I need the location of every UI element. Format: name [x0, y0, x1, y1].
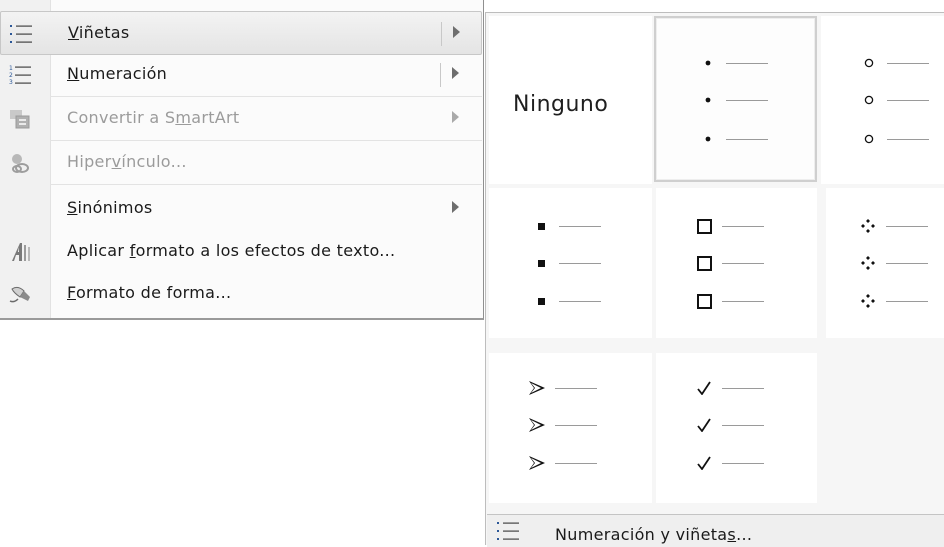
bullet-row — [700, 52, 768, 74]
filled-square-bullet-icon — [533, 297, 549, 305]
menu-item-numeracion[interactable]: 1 2 3 Numeración — [0, 53, 482, 97]
menu-item-hipervinculo[interactable]: Hipervínculo... — [0, 141, 482, 185]
filled-round-bullet-icon — [700, 97, 716, 103]
svg-text:1: 1 — [9, 65, 13, 72]
menu-item-sinonimos[interactable]: Sinónimos — [0, 187, 482, 231]
format-shape-icon — [6, 280, 34, 308]
hollow-square-bullet-icon — [696, 255, 712, 271]
menu-item-convertir-smartart[interactable]: Convertir a SmartArt — [0, 97, 482, 141]
bullet-library-gallery: Ninguno Numeración y viñetas... — [485, 12, 944, 547]
bullet-row — [529, 377, 597, 399]
checkmark-bullet-icon — [696, 381, 712, 395]
bullet-style-none[interactable]: Ninguno — [489, 16, 652, 184]
bullet-style-hollow-square[interactable] — [656, 188, 817, 338]
bullet-row — [533, 215, 601, 237]
bullet-style-hollow-round[interactable] — [821, 16, 944, 184]
bullets-icon — [497, 521, 519, 545]
bullet-row — [861, 128, 929, 150]
bullet-row — [533, 290, 601, 312]
hollow-round-bullet-icon — [861, 58, 877, 68]
filled-square-bullet-icon — [533, 222, 549, 230]
bullet-row — [696, 290, 764, 312]
bullets-icon — [7, 20, 35, 48]
menu-item-vinetas[interactable]: Viñetas — [0, 11, 482, 55]
smartart-icon — [6, 105, 34, 133]
context-menu: Viñetas 1 2 3 Numeración Convertir a Sma… — [0, 0, 484, 320]
arrowhead-bullet-icon — [529, 381, 545, 395]
bullet-row — [860, 252, 928, 274]
bullet-row — [696, 377, 764, 399]
menu-item-formato-forma[interactable]: Formato de forma... — [0, 272, 482, 316]
svg-text:2: 2 — [9, 72, 13, 79]
four-diamond-bullet-icon — [860, 219, 876, 233]
hollow-square-bullet-icon — [696, 293, 712, 309]
hyperlink-icon — [6, 149, 34, 177]
bullet-row — [529, 452, 597, 474]
numbering-icon: 1 2 3 — [6, 61, 34, 89]
bullet-row — [696, 414, 764, 436]
hollow-square-bullet-icon — [696, 218, 712, 234]
arrowhead-bullet-icon — [529, 456, 545, 470]
bullet-style-arrowhead[interactable] — [489, 353, 652, 503]
menu-item-aplicar-formato-efectos[interactable]: Aplicar formato a los efectos de texto..… — [0, 230, 482, 274]
bullet-row — [861, 89, 929, 111]
text-effects-icon — [6, 238, 34, 266]
svg-text:3: 3 — [9, 79, 13, 85]
arrowhead-bullet-icon — [529, 418, 545, 432]
hollow-round-bullet-icon — [861, 95, 877, 105]
bullet-style-four-diamond[interactable] — [826, 188, 944, 338]
submenu-arrow-icon[interactable] — [452, 201, 459, 213]
bullet-row — [700, 128, 768, 150]
menu-item-label: Aplicar formato a los efectos de texto..… — [67, 241, 396, 260]
menu-divider — [50, 184, 482, 185]
bullet-row — [700, 89, 768, 111]
bullet-row — [696, 252, 764, 274]
bullet-row — [860, 215, 928, 237]
bullet-row — [861, 52, 929, 74]
footer-label: Numeración y viñetas... — [555, 525, 753, 544]
filled-round-bullet-icon — [700, 60, 716, 66]
submenu-arrow-icon — [452, 111, 459, 123]
filled-round-bullet-icon — [700, 136, 716, 142]
checkmark-bullet-icon — [696, 418, 712, 432]
bullet-row — [696, 452, 764, 474]
four-diamond-bullet-icon — [860, 294, 876, 308]
filled-square-bullet-icon — [533, 259, 549, 267]
hollow-round-bullet-icon — [861, 134, 877, 144]
menu-item-label: Numeración — [67, 64, 168, 83]
bullet-row — [696, 215, 764, 237]
four-diamond-bullet-icon — [860, 256, 876, 270]
menu-item-label: Sinónimos — [67, 198, 153, 217]
bullet-row — [529, 414, 597, 436]
menu-item-label: Formato de forma... — [67, 283, 232, 302]
define-bullets-footer[interactable]: Numeración y viñetas... — [487, 514, 944, 547]
submenu-arrow-icon[interactable] — [452, 67, 459, 79]
submenu-split — [441, 22, 442, 46]
menu-item-label: Viñetas — [68, 23, 130, 42]
none-label: Ninguno — [513, 92, 609, 117]
checkmark-bullet-icon — [696, 456, 712, 470]
bullet-row — [533, 252, 601, 274]
menu-item-label: Convertir a SmartArt — [67, 108, 240, 127]
bullet-row — [860, 290, 928, 312]
bullet-style-filled-round[interactable] — [654, 16, 817, 182]
bullet-style-filled-square[interactable] — [489, 188, 652, 338]
submenu-split — [440, 63, 441, 87]
menu-item-label: Hipervínculo... — [67, 152, 187, 171]
bullet-style-checkmark[interactable] — [656, 353, 817, 503]
submenu-arrow-icon[interactable] — [453, 26, 460, 38]
